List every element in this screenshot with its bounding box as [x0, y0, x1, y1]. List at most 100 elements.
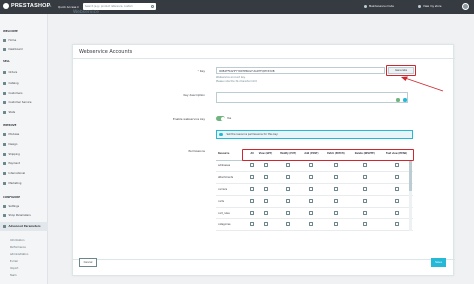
permissions-info-alert: Set the resource permissions for this ke… [216, 130, 413, 139]
sidebar-subitem-import[interactable]: Import [10, 267, 18, 270]
sidebar-subitem-administration[interactable]: Administration [10, 253, 28, 256]
checkbox-modify[interactable] [286, 222, 291, 227]
checkbox-patch[interactable] [333, 175, 338, 180]
key-description-label: Key description [183, 93, 205, 97]
search-icon[interactable] [151, 4, 154, 8]
cancel-button[interactable]: Cancel [79, 258, 97, 267]
sidebar-item-label: Marketing [8, 182, 22, 185]
checkbox-add[interactable] [309, 210, 314, 215]
checkbox-add[interactable] [309, 163, 314, 168]
checkbox-delete[interactable] [362, 175, 367, 180]
checkbox-view[interactable] [263, 175, 268, 180]
key-description-input[interactable] [216, 92, 408, 103]
sidebar-item-customers[interactable]: Customers [3, 92, 22, 95]
checkbox-add[interactable] [309, 222, 314, 227]
catalog-icon [3, 82, 6, 85]
stats-icon [3, 111, 6, 114]
key-input[interactable]: 9DB4FFKAHF7YRKTPRKGYUG2HFQMYZ3UB [216, 67, 385, 74]
checkbox-delete[interactable] [362, 222, 367, 227]
checkbox-modify[interactable] [286, 210, 291, 215]
checkbox-delete[interactable] [362, 186, 367, 191]
sidebar-item-payment[interactable]: Payment [3, 162, 20, 165]
sidebar-subitem-email[interactable]: E-mail [10, 260, 18, 263]
checkbox-view[interactable] [263, 198, 268, 203]
quick-access-button[interactable]: Quick Access ▾ [58, 5, 79, 9]
checkbox-view[interactable] [263, 163, 268, 168]
sidebar-subitem-team[interactable]: Team [10, 274, 17, 277]
sidebar-subitem-information[interactable]: Information [10, 239, 24, 242]
checkbox-all[interactable] [250, 186, 255, 191]
sidebar-item-label: Orders [8, 71, 18, 74]
sidebar-item-customer-service[interactable]: Customer Service [3, 101, 32, 104]
checkbox-fast-view[interactable] [394, 163, 399, 168]
sidebar-item-orders[interactable]: Orders [3, 71, 17, 74]
checkbox-all[interactable] [250, 222, 255, 227]
resource-name: carts [216, 195, 249, 208]
sidebar-item-shop-parameters[interactable]: Shop Parameters [3, 214, 31, 217]
checkbox-patch[interactable] [333, 198, 338, 203]
checkbox-view[interactable] [263, 186, 268, 191]
info-icon [219, 132, 223, 137]
sidebar-item-design[interactable]: Design [3, 143, 17, 146]
checkbox-all[interactable] [250, 210, 255, 215]
checkbox-all[interactable] [250, 163, 255, 168]
save-button[interactable]: Save [431, 258, 446, 267]
scrollbar-thumb[interactable] [409, 161, 412, 191]
checkbox-modify[interactable] [286, 186, 291, 191]
enable-key-toggle[interactable] [216, 116, 225, 121]
table-scrollbar[interactable] [409, 161, 412, 231]
translate-icon[interactable] [403, 98, 407, 102]
checkbox-fast-view[interactable] [394, 222, 399, 227]
resource-name: cart_rules [216, 207, 249, 220]
sidebar-item-shipping[interactable]: Shipping [3, 153, 20, 156]
maintenance-link[interactable]: Maintenance mode [369, 5, 394, 8]
checkbox-modify[interactable] [286, 198, 291, 203]
sidebar-section-sell: SELL [3, 60, 10, 63]
avatar[interactable] [462, 3, 469, 10]
annotation-arrow [401, 76, 444, 92]
shop-icon [3, 214, 6, 217]
checkbox-view[interactable] [263, 222, 268, 227]
sidebar-item-label: Customers [8, 92, 23, 95]
sidebar-item-home[interactable]: Home [3, 39, 16, 42]
checkbox-patch[interactable] [333, 163, 338, 168]
checkbox-all[interactable] [250, 198, 255, 203]
sidebar-item-advanced-parameters[interactable]: Advanced Parameters [0, 222, 48, 231]
checkbox-fast-view[interactable] [394, 210, 399, 215]
checkbox-patch[interactable] [333, 210, 338, 215]
enable-key-value: Yes [227, 116, 232, 120]
checkbox-fast-view[interactable] [394, 198, 399, 203]
checkbox-all[interactable] [250, 175, 255, 180]
checkbox-patch[interactable] [333, 186, 338, 191]
checkbox-delete[interactable] [362, 198, 367, 203]
checkbox-add[interactable] [309, 175, 314, 180]
resource-name: categories [216, 218, 249, 232]
sidebar-item-dashboard[interactable]: Dashboard [3, 48, 23, 51]
sidebar-item-marketing[interactable]: Marketing [3, 182, 21, 185]
sidebar-item-catalog[interactable]: Catalog [3, 82, 18, 85]
checkbox-modify[interactable] [286, 175, 291, 180]
sidebar-item-modules[interactable]: Modules [3, 133, 19, 136]
search-input[interactable]: Search (e.g.: product reference, custom [83, 3, 156, 10]
sidebar-item-international[interactable]: International [3, 172, 25, 175]
language-flag-icon[interactable] [396, 98, 400, 102]
checkbox-fast-view[interactable] [394, 186, 399, 191]
checkbox-fast-view[interactable] [394, 175, 399, 180]
checkbox-delete[interactable] [362, 210, 367, 215]
logo[interactable]: PRESTASHOP [3, 3, 51, 9]
sidebar-item-label: Design [8, 143, 18, 146]
checkbox-add[interactable] [309, 198, 314, 203]
gear-icon [3, 205, 6, 208]
view-store-link[interactable]: View my store [423, 5, 441, 8]
checkbox-view[interactable] [263, 210, 268, 215]
checkbox-delete[interactable] [362, 163, 367, 168]
checkbox-add[interactable] [309, 186, 314, 191]
checkbox-patch[interactable] [333, 222, 338, 227]
sidebar-item-stats[interactable]: Stats [3, 111, 15, 114]
search-placeholder: Search (e.g.: product reference, custom [85, 5, 133, 8]
sidebar-item-settings[interactable]: Settings [3, 205, 19, 208]
sidebar-item-label: Dashboard [8, 48, 23, 51]
customers-icon [3, 92, 6, 95]
sidebar-subitem-performance[interactable]: Performance [10, 246, 26, 249]
checkbox-modify[interactable] [286, 163, 291, 168]
